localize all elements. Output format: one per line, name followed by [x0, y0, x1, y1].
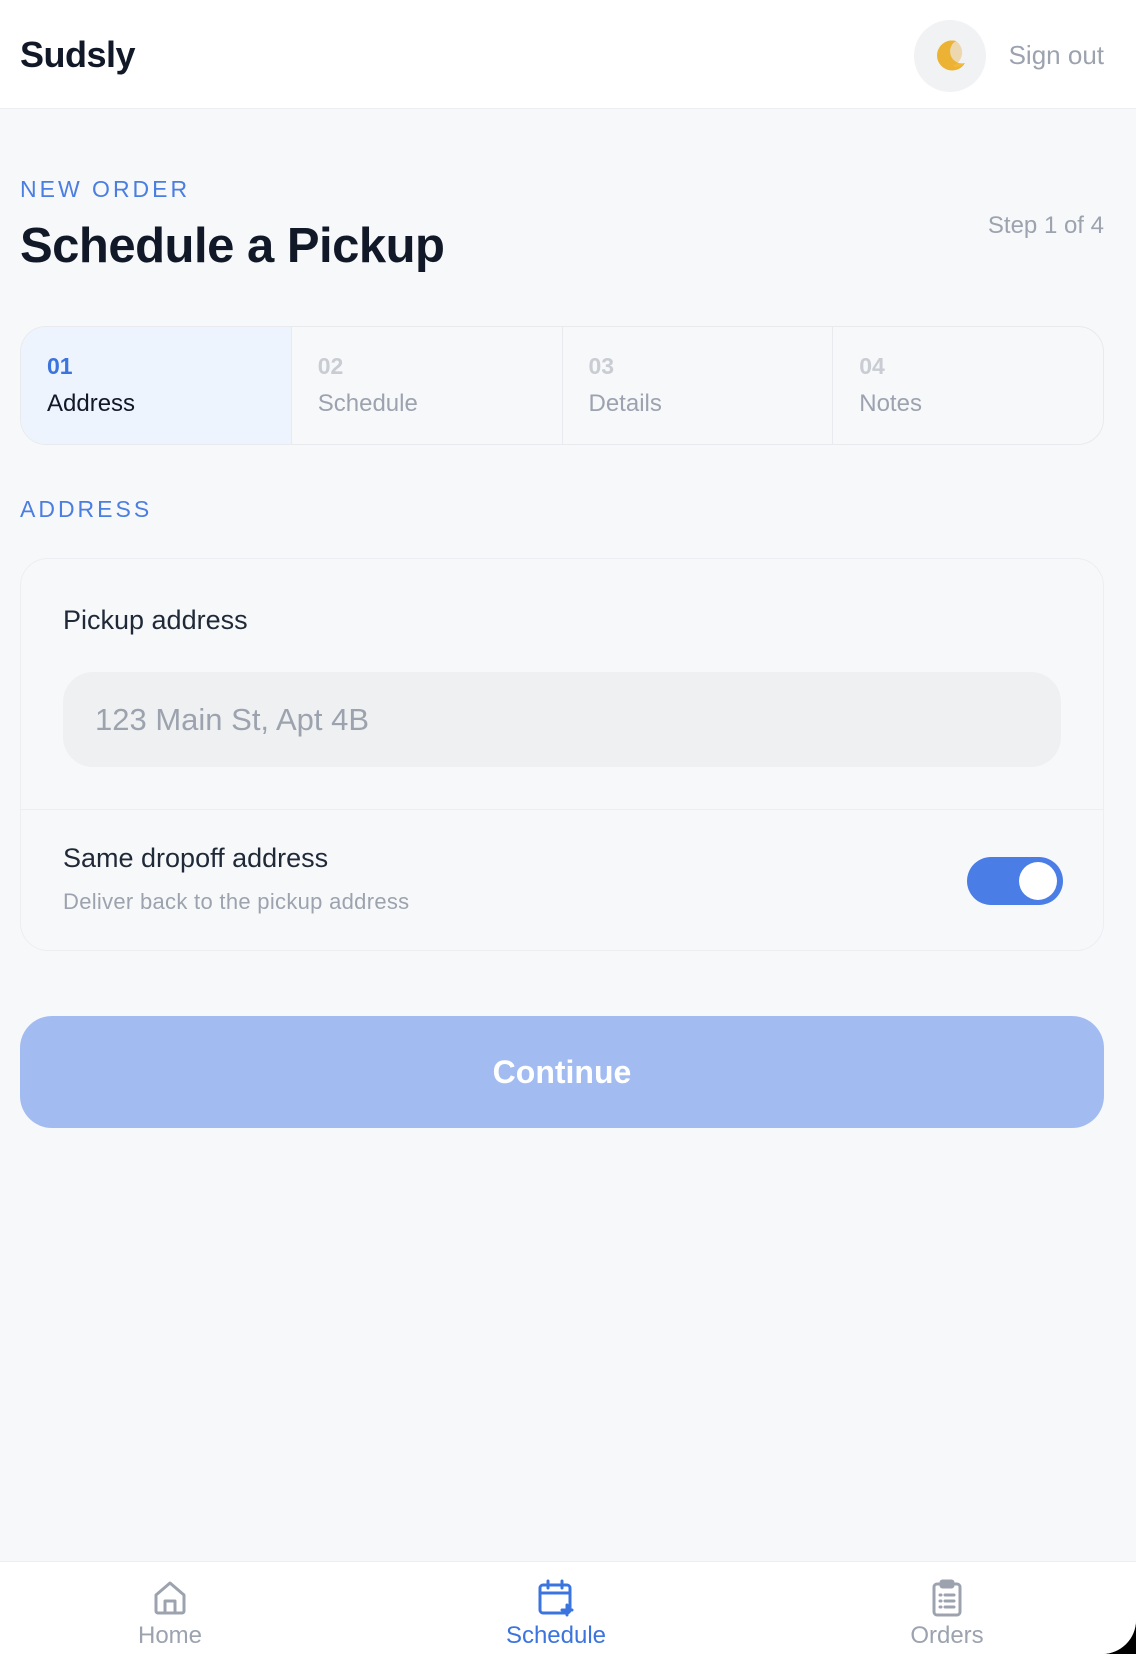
step-number: 02 [317, 353, 344, 379]
nav-item-home[interactable]: Home [80, 1578, 260, 1650]
page-title: Schedule a Pickup [20, 219, 445, 273]
sign-out-link[interactable]: Sign out [1009, 40, 1104, 71]
step-indicator: Step 1 of 4 [987, 212, 1104, 239]
card-divider [21, 809, 1103, 810]
clipboard-list-icon [932, 1579, 962, 1617]
step-number: 01 [47, 353, 73, 379]
step-number: 04 [859, 353, 885, 379]
nav-label: Home [137, 1622, 203, 1649]
same-dropoff-title: Same dropoff address [63, 843, 329, 873]
toggle-knob [1019, 862, 1057, 900]
nav-item-orders[interactable]: Orders [857, 1578, 1037, 1650]
app-brand: Sudsly [20, 34, 136, 75]
moon-icon [937, 40, 965, 71]
home-icon [154, 1581, 186, 1615]
order-stepper: 01 Address 02 Schedule 03 Details 04 Not… [20, 326, 1104, 445]
pickup-address-input[interactable] [63, 672, 1061, 767]
step-label: Schedule [317, 390, 418, 417]
nav-label: Schedule [505, 1622, 607, 1649]
step-address[interactable]: 01 Address [21, 327, 292, 444]
theme-toggle-button[interactable] [914, 20, 986, 92]
bottom-nav: Home Schedule Orders [0, 1561, 1136, 1654]
page-eyebrow: NEW ORDER [20, 176, 191, 202]
nav-label: Orders [910, 1622, 984, 1649]
top-header: Sudsly Sign out [0, 0, 1136, 109]
same-dropoff-toggle[interactable] [967, 857, 1063, 905]
nav-item-schedule[interactable]: Schedule [466, 1578, 646, 1650]
same-dropoff-subtitle: Deliver back to the pickup address [63, 889, 410, 914]
step-label: Address [47, 390, 136, 417]
address-card: Pickup address Same dropoff address Deli… [20, 558, 1104, 951]
step-schedule[interactable]: 02 Schedule [292, 327, 563, 444]
step-label: Notes [859, 390, 922, 417]
step-label: Details [588, 390, 662, 417]
section-heading-address: ADDRESS [20, 496, 153, 522]
pickup-address-label: Pickup address [63, 605, 248, 635]
continue-button[interactable]: Continue [20, 1016, 1104, 1128]
step-details[interactable]: 03 Details [563, 327, 834, 444]
step-notes[interactable]: 04 Notes [833, 327, 1103, 444]
calendar-plus-icon [538, 1579, 574, 1617]
step-number: 03 [588, 353, 615, 379]
app-screen: Sudsly Sign out NEW ORDER Schedule a Pic… [0, 0, 1136, 1654]
